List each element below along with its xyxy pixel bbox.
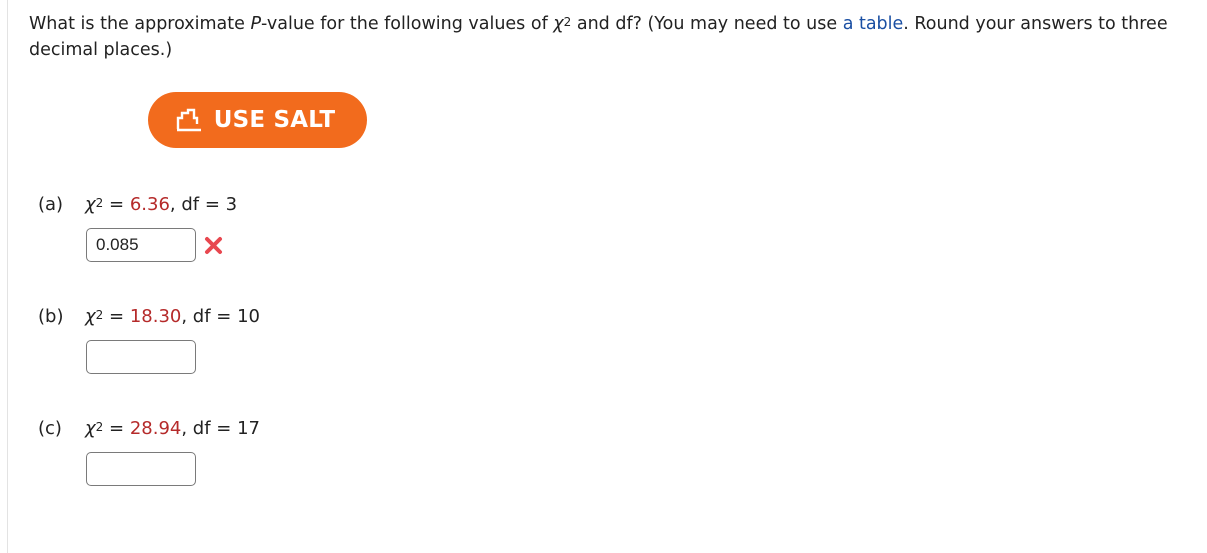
chi-symbol: χ bbox=[553, 14, 564, 34]
part-b-exponent: 2 bbox=[95, 308, 104, 322]
table-link[interactable]: a table bbox=[843, 14, 904, 34]
part-c-exponent: 2 bbox=[95, 420, 104, 434]
question-text: What is the approximate P-value for the … bbox=[29, 11, 1199, 63]
part-c-label: (c) bbox=[38, 418, 62, 439]
use-salt-label: USE SALT bbox=[213, 107, 336, 133]
part-c-chi-symbol: χ bbox=[85, 418, 96, 439]
part-c-answer-input[interactable] bbox=[86, 452, 196, 486]
part-b-chi-symbol: χ bbox=[85, 306, 96, 327]
part-a-chi-value: 6.36 bbox=[129, 194, 170, 215]
question-intro: What is the approximate bbox=[29, 14, 251, 34]
part-a-label: (a) bbox=[38, 194, 64, 215]
part-a-equals: = bbox=[103, 194, 130, 215]
part-b-chi-value: 18.30 bbox=[129, 306, 182, 327]
part-a-df: , df = 3 bbox=[169, 194, 238, 215]
part-b-equals: = bbox=[103, 306, 130, 327]
chi-exponent: 2 bbox=[563, 15, 572, 29]
part-a: (a) χ2 = 6.36, df = 3 bbox=[38, 192, 237, 218]
part-c-chi-value: 28.94 bbox=[129, 418, 182, 439]
left-border bbox=[7, 0, 8, 553]
part-c-equals: = bbox=[103, 418, 130, 439]
part-a-answer-input[interactable] bbox=[86, 228, 196, 262]
incorrect-icon bbox=[205, 237, 222, 254]
part-a-chi-symbol: χ bbox=[85, 194, 96, 215]
part-a-exponent: 2 bbox=[95, 196, 104, 210]
question-df: and df? (You may need to use bbox=[571, 14, 843, 34]
p-symbol: P bbox=[250, 14, 262, 34]
part-c-df: , df = 17 bbox=[181, 418, 260, 439]
use-salt-button[interactable]: USE SALT bbox=[148, 92, 367, 148]
part-b-answer-input[interactable] bbox=[86, 340, 196, 374]
part-b-label: (b) bbox=[38, 306, 64, 327]
question-middle: -value for the following values of bbox=[261, 14, 554, 34]
part-c: (c) χ2 = 28.94, df = 17 bbox=[38, 416, 260, 442]
part-b-df: , df = 10 bbox=[181, 306, 260, 327]
salt-logo-icon bbox=[176, 108, 201, 132]
part-b: (b) χ2 = 18.30, df = 10 bbox=[38, 304, 260, 330]
